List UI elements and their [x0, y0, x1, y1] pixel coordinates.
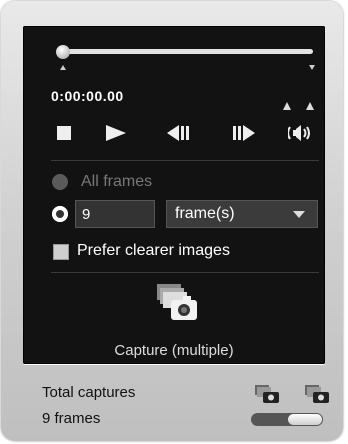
frame-count-radio[interactable]	[52, 206, 68, 222]
toggle-knob[interactable]	[288, 414, 322, 425]
camera-capture-icon	[157, 284, 197, 320]
mark-in-icon[interactable]	[283, 102, 291, 110]
prefer-clearer-label: Prefer clearer images	[77, 242, 230, 259]
capture-multiple-button[interactable]: Capture (multiple)	[23, 274, 325, 362]
divider	[51, 160, 319, 161]
divider	[51, 272, 319, 273]
all-frames-radio[interactable]	[52, 174, 68, 190]
start-marker-icon	[60, 65, 66, 70]
chevron-down-icon	[293, 211, 305, 218]
timecode: 0:00:00.00	[51, 88, 124, 104]
prefer-clearer-checkbox[interactable]	[53, 244, 69, 260]
previous-frame-icon	[167, 125, 189, 141]
play-icon	[106, 125, 126, 141]
volume-button[interactable]	[285, 124, 317, 142]
stop-icon	[57, 126, 71, 140]
capture-multiple-label: Capture (multiple)	[114, 342, 234, 359]
preview-controls: 0:00:00.00 All frames 9 frame(s) Prefer …	[23, 26, 325, 364]
frame-unit-select[interactable]: frame(s)	[166, 200, 318, 228]
camera-capture-icon[interactable]	[253, 384, 281, 404]
volume-icon	[288, 125, 310, 141]
next-frame-button[interactable]	[231, 124, 257, 142]
frame-unit-value: frame(s)	[175, 205, 235, 222]
all-frames-label: All frames	[81, 173, 153, 190]
end-marker-icon	[309, 65, 315, 70]
camera-capture-icon[interactable]	[303, 384, 331, 404]
mark-out-icon[interactable]	[306, 102, 314, 110]
timeline-track[interactable]	[63, 49, 313, 54]
frame-count-input[interactable]: 9	[75, 200, 155, 228]
play-button[interactable]	[103, 124, 129, 142]
stop-button[interactable]	[55, 124, 73, 142]
capture-toggle[interactable]	[251, 413, 323, 426]
timeline-thumb[interactable]	[56, 45, 70, 59]
total-captures-label: Total captures	[42, 384, 136, 401]
next-frame-icon	[233, 125, 255, 141]
capture-count-label: 9 frames	[42, 410, 101, 427]
previous-frame-button[interactable]	[165, 124, 191, 142]
